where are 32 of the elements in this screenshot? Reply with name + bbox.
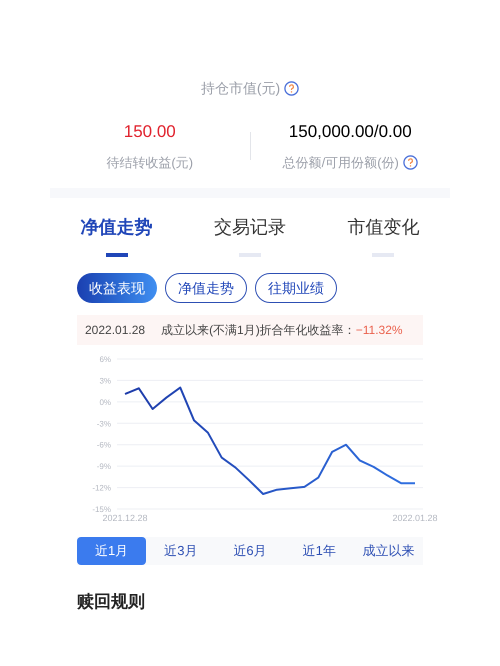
section-title: 赎回规则 [77,592,145,611]
period-tab[interactable]: 近1月 [77,537,146,565]
filter-chip[interactable]: 净值走势 [165,273,247,303]
filter-chip[interactable]: 往期业绩 [255,273,337,303]
axis-label: -9% [96,462,111,472]
axis-label: -3% [96,419,111,428]
tab[interactable]: 交易记录 [183,214,317,257]
tab[interactable]: 市值变化 [316,214,450,257]
axis-label: 2022.01.28 [392,513,438,523]
period-tab[interactable]: 成立以来 [354,537,424,565]
axis-label: -6% [96,440,111,450]
tab[interactable]: 净值走势 [50,214,184,257]
axis-label: -15% [92,505,111,514]
stat-value: 150.00 [124,121,176,143]
filter-chip[interactable]: 收益表现 [77,273,157,303]
axis-label: 2021.12.28 [102,513,148,523]
rate-value: −11.32% [356,322,403,339]
help-icon[interactable] [402,154,418,170]
info-date: 2022.01.28 [85,322,146,339]
info-text: 成立以来(不满1月)折合年化收益率： [161,322,356,339]
period-tab[interactable]: 近3月 [146,537,216,565]
stat-label: 总份额/可用份额(份) [282,154,399,172]
period-tab[interactable]: 近1年 [284,537,354,565]
holding-label: 持仓市值(元) [200,79,280,98]
help-icon[interactable] [284,81,300,96]
axis-label: 3% [99,376,111,386]
stat-label: 待结转收益(元) [106,154,194,172]
period-tab[interactable]: 近6月 [215,537,285,565]
stat-value: 150,000.00/0.00 [288,121,412,143]
axis-label: 6% [99,355,111,364]
axis-label: -12% [92,484,111,493]
axis-label: 0% [99,398,111,407]
